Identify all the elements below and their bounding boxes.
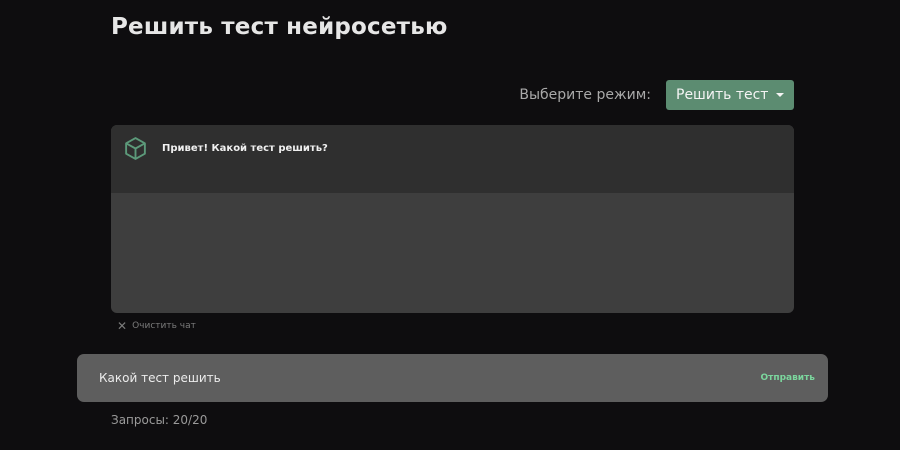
chat-panel: Привет! Какой тест решить? [111,125,794,313]
chat-message: Привет! Какой тест решить? [111,125,794,193]
chat-message-text: Привет! Какой тест решить? [162,143,328,154]
mode-selector-row: Выберите режим: Решить тест [519,80,794,110]
message-input-bar: Какой тест решить Отправить [77,354,828,402]
mode-selected-value: Решить тест [676,87,769,103]
page-title: Решить тест нейросетью [111,14,448,40]
cube-icon [125,137,146,160]
clear-chat-button[interactable]: ✕ Очистить чат [117,319,196,333]
caret-down-icon [776,93,784,97]
mode-select[interactable]: Решить тест [666,80,794,110]
page: Решить тест нейросетью Выберите режим: Р… [0,0,900,450]
requests-counter: Запросы: 20/20 [111,413,208,427]
message-input[interactable]: Какой тест решить [99,371,221,385]
clear-chat-label: Очистить чат [132,321,196,331]
mode-label: Выберите режим: [519,87,651,103]
close-icon: ✕ [117,319,128,333]
send-button[interactable]: Отправить [760,373,815,383]
